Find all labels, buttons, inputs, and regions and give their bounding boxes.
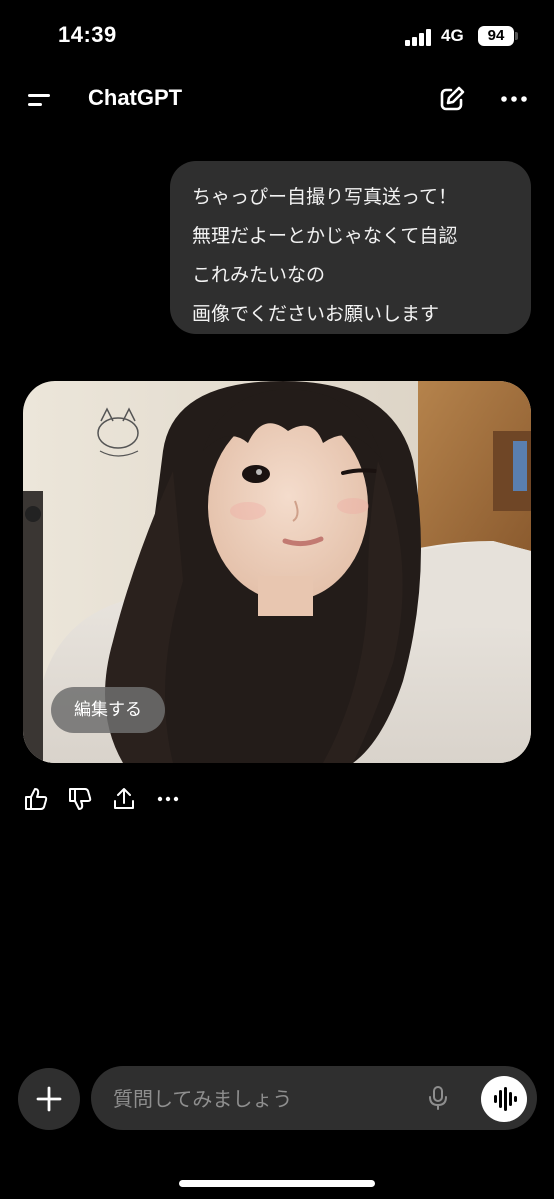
user-message-line: 画像でくださいお願いします	[192, 303, 440, 325]
new-chat-icon[interactable]	[436, 83, 468, 115]
edit-image-button[interactable]: 編集する	[51, 687, 165, 733]
user-message-line: 無理だよーとかじゃなくて自認	[192, 225, 458, 247]
user-message-line: これみたいなの	[192, 264, 326, 286]
composer-bar	[91, 1066, 537, 1130]
waveform-icon	[494, 1087, 517, 1111]
more-actions-icon[interactable]	[153, 784, 183, 814]
network-type: 4G	[441, 26, 464, 45]
voice-mode-button[interactable]	[481, 1076, 527, 1122]
plus-icon	[36, 1086, 62, 1112]
user-message-bubble: ちゃっぴー自撮り写真送って！ 無理だよーとかじゃなくて自認 これみたいなの 画像…	[170, 161, 531, 334]
battery-icon: 94	[478, 26, 514, 46]
user-message-line: ちゃっぴー自撮り写真送って！	[192, 186, 458, 208]
menu-icon[interactable]	[24, 85, 54, 115]
mic-icon[interactable]	[423, 1083, 453, 1113]
app-header: ChatGPT	[0, 72, 554, 128]
message-input[interactable]	[113, 1084, 413, 1114]
message-actions	[22, 784, 222, 814]
more-icon[interactable]	[498, 83, 530, 115]
attach-button[interactable]	[18, 1068, 80, 1130]
thumbs-down-icon[interactable]	[66, 784, 96, 814]
share-icon[interactable]	[109, 784, 139, 814]
signal-icon	[405, 28, 435, 46]
status-bar: 14:39 4G 94	[0, 0, 554, 72]
battery-tip	[515, 32, 518, 40]
thumbs-up-icon[interactable]	[22, 784, 52, 814]
home-indicator	[179, 1180, 375, 1187]
app-title[interactable]: ChatGPT	[88, 85, 182, 111]
status-time: 14:39	[58, 22, 117, 47]
generated-image[interactable]: CTATE 編集する	[23, 381, 531, 763]
